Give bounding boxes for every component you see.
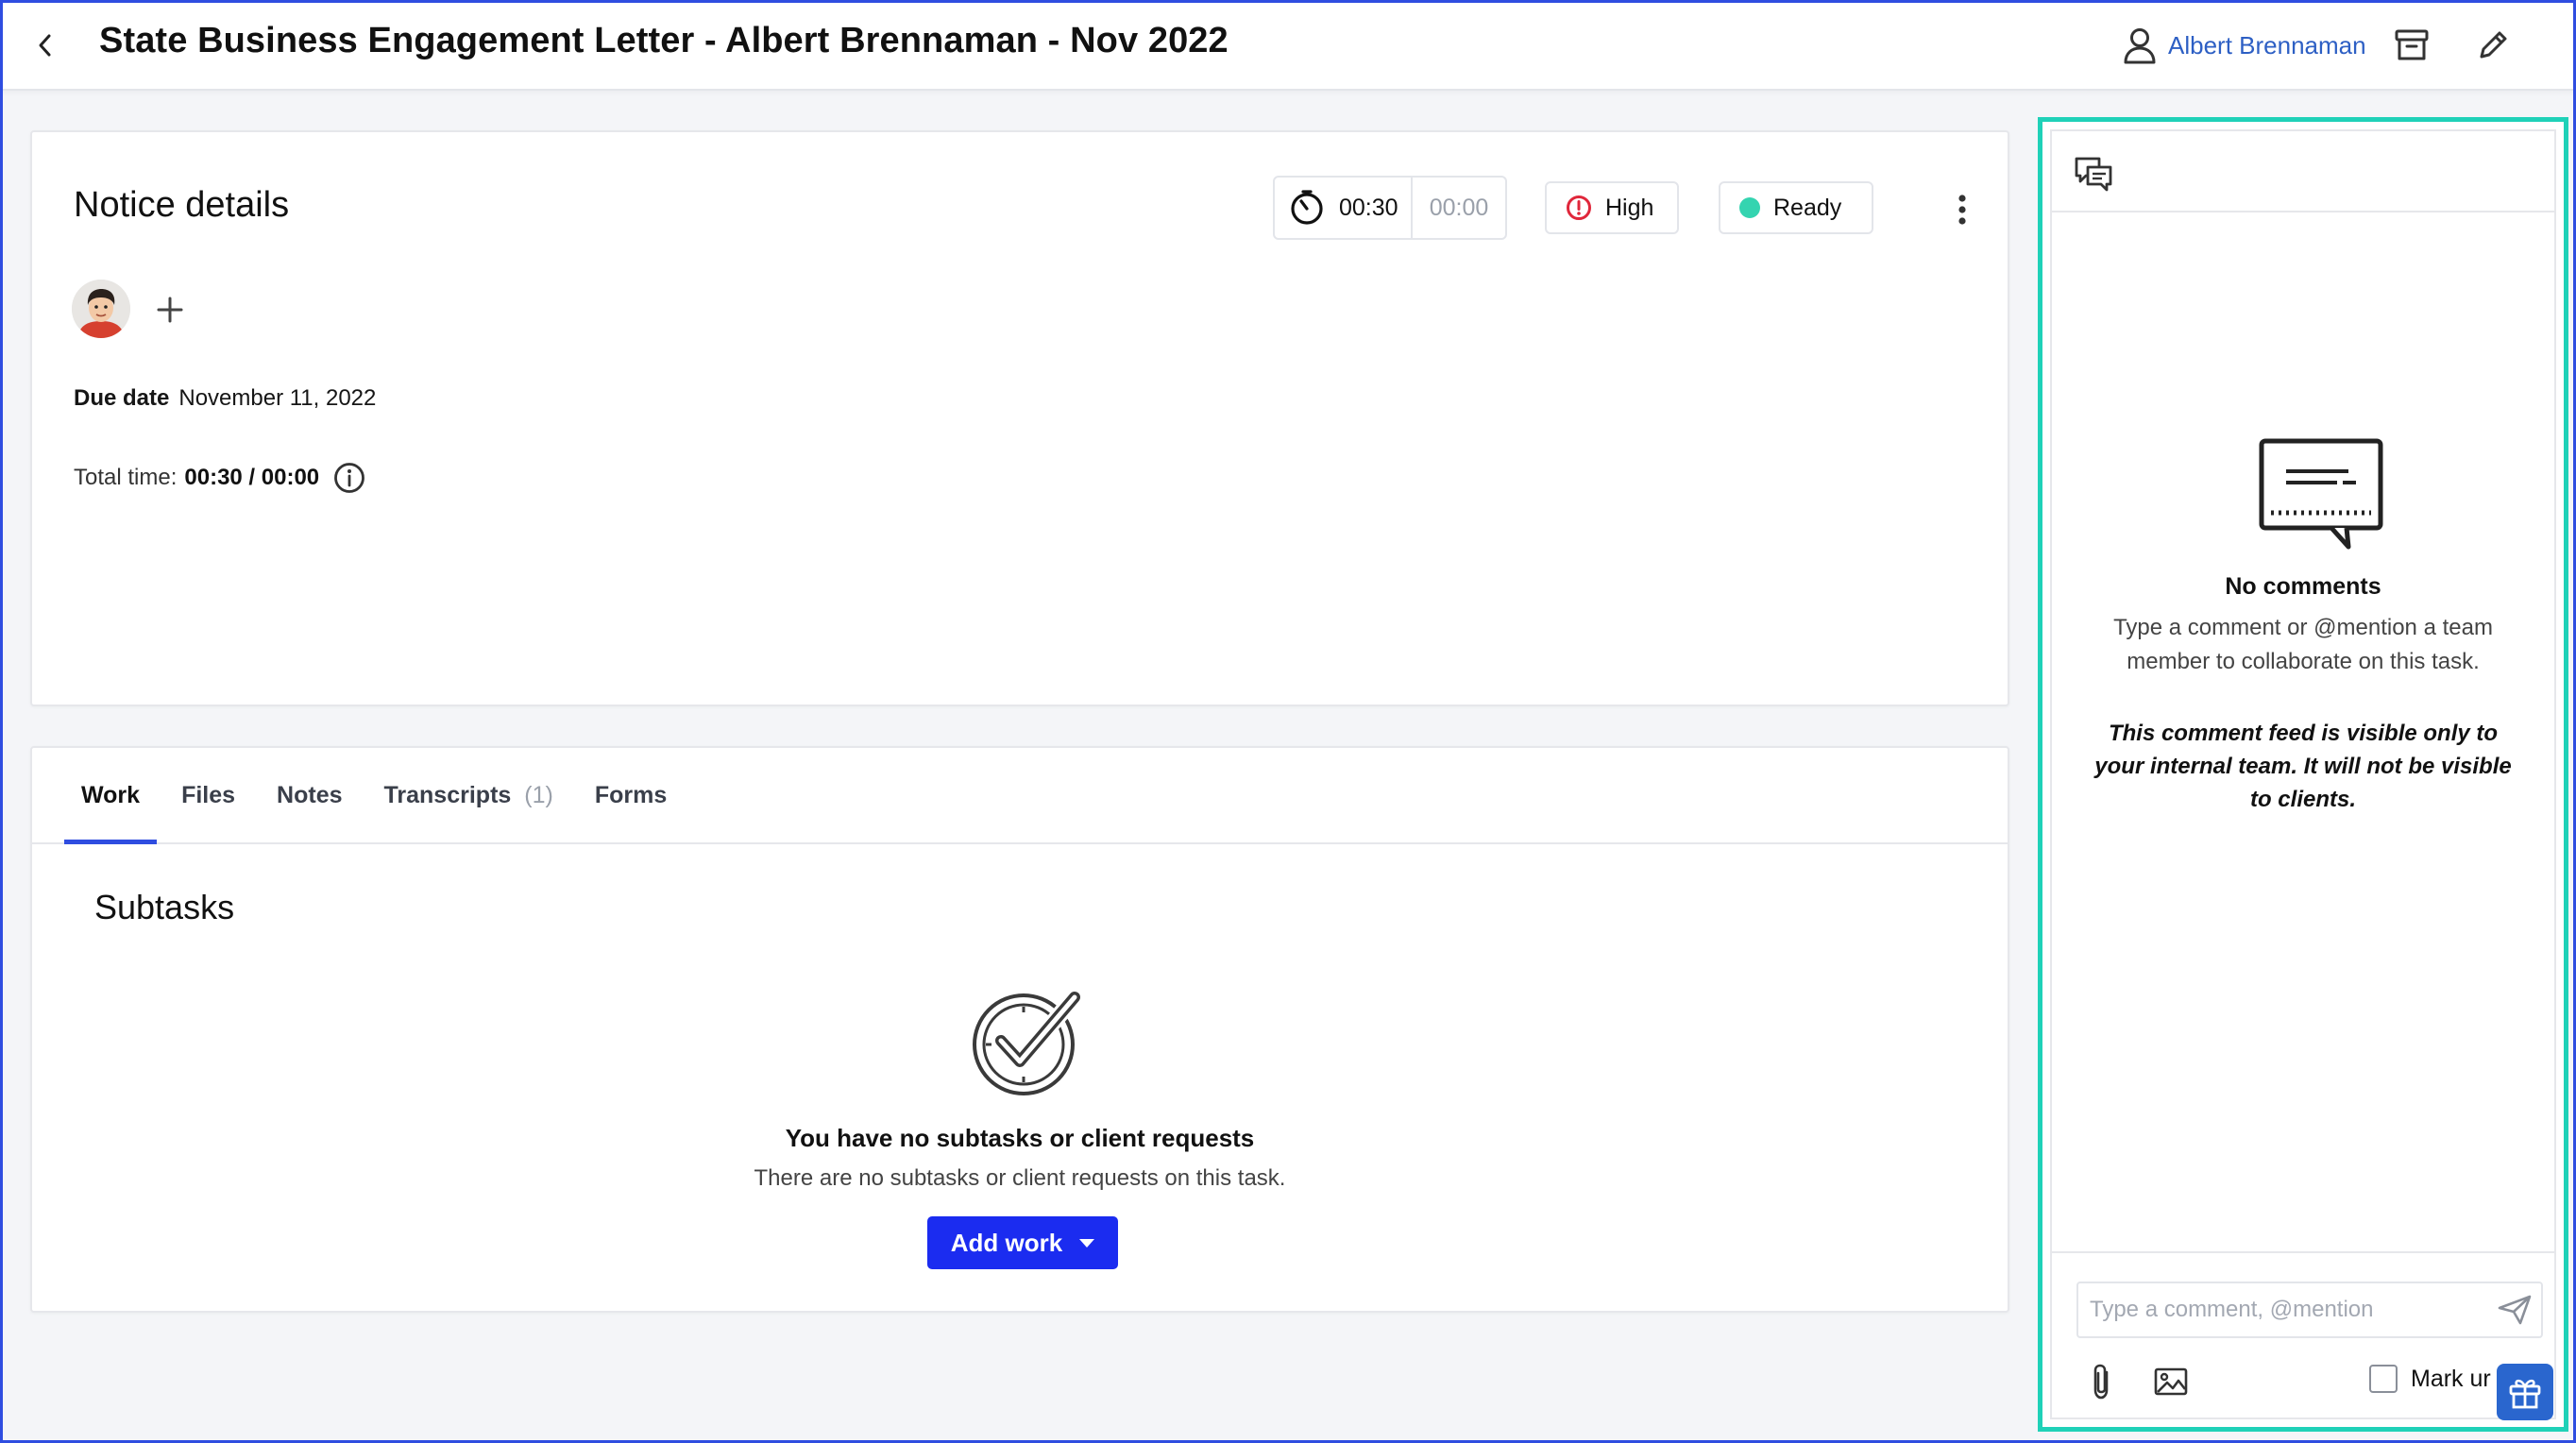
avatar-image (72, 280, 130, 338)
more-options-button[interactable] (1940, 187, 1985, 232)
tab-label: Forms (594, 781, 668, 808)
checkbox[interactable] (2369, 1365, 2398, 1393)
priority-label: High (1605, 194, 1654, 221)
avatar[interactable] (72, 280, 130, 338)
tab-files[interactable]: Files (161, 748, 256, 842)
send-comment-button[interactable] (2488, 1283, 2541, 1336)
add-assignee-button[interactable] (149, 289, 191, 331)
timer-tracked: 00:30 (1339, 194, 1398, 221)
edit-button[interactable] (2470, 23, 2516, 68)
send-icon (2498, 1295, 2532, 1325)
mark-urgent-label: Mark ur (2411, 1365, 2491, 1392)
add-work-label: Add work (950, 1228, 1063, 1257)
timer-control: 00:30 00:00 (1273, 176, 1507, 240)
attach-file-button[interactable] (2084, 1361, 2118, 1402)
tab-label: Transcripts (383, 781, 512, 808)
gift-icon (2509, 1379, 2541, 1409)
comment-composer (2076, 1282, 2543, 1338)
no-comments-title: No comments (2225, 573, 2381, 600)
chevron-left-icon (39, 34, 51, 57)
image-icon (2154, 1367, 2188, 1396)
page-title: State Business Engagement Letter - Alber… (99, 21, 1229, 60)
notice-title: Notice details (74, 185, 290, 225)
total-time-info-button[interactable] (332, 461, 366, 495)
total-time-row: Total time: 00:30 / 00:00 (74, 461, 366, 495)
tab-work[interactable]: Work (60, 748, 161, 844)
work-tabs: Work Files Notes Transcripts (1) Forms (32, 748, 2008, 844)
assignee-name: Albert Brennaman (2168, 30, 2366, 59)
caret-down-icon (1079, 1238, 1095, 1248)
top-bar: State Business Engagement Letter - Alber… (0, 0, 2576, 91)
info-icon (334, 463, 365, 493)
pencil-icon (2480, 31, 2507, 59)
mark-urgent-checkbox[interactable]: Mark ur (2369, 1365, 2491, 1393)
no-comments-subtext: Type a comment or @mention a team member… (2113, 615, 2493, 674)
insert-image-button[interactable] (2152, 1365, 2190, 1399)
status-dropdown[interactable]: Ready (1719, 181, 1873, 234)
total-time-label: Total time: (74, 465, 178, 490)
user-icon (2124, 28, 2156, 64)
comments-panel: No comments Type a comment or @mention a… (2038, 117, 2568, 1432)
checkmark-badge-icon (973, 989, 1083, 1095)
empty-state-heading: You have no subtasks or client requests (785, 1124, 1255, 1152)
visibility-note: This comment feed is visible only to you… (2094, 721, 2512, 812)
alert-circle-icon (1567, 195, 1591, 220)
composer-divider (2052, 1251, 2554, 1253)
tab-label: Work (81, 781, 141, 808)
comment-input[interactable] (2078, 1283, 2488, 1336)
status-dot (1739, 197, 1760, 218)
assignee-link[interactable]: Albert Brennaman (2123, 23, 2366, 68)
paperclip-icon (2093, 1364, 2109, 1400)
tab-label: Files (181, 781, 236, 808)
timer-estimate[interactable]: 00:00 (1413, 195, 1505, 222)
comment-bubble-icon (2259, 438, 2383, 550)
tab-transcripts[interactable]: Transcripts (1) (364, 748, 574, 842)
add-work-button[interactable]: Add work (927, 1216, 1118, 1269)
empty-state-subtext: There are no subtasks or client requests… (754, 1165, 1286, 1191)
due-date-row: Due date November 11, 2022 (74, 385, 376, 412)
subtasks-title: Subtasks (94, 888, 235, 926)
tab-notes[interactable]: Notes (256, 748, 363, 842)
due-date-label: Due date (74, 385, 170, 411)
plus-icon (157, 297, 183, 323)
timer-start-button[interactable]: 00:30 (1275, 178, 1413, 238)
back-button[interactable] (26, 26, 64, 64)
priority-dropdown[interactable]: High (1545, 181, 1679, 234)
tab-label: Notes (277, 781, 343, 808)
tab-forms[interactable]: Forms (574, 748, 687, 842)
notice-details-card: Notice details 00:30 00:00 High Ready Du… (30, 130, 2009, 706)
status-label: Ready (1773, 194, 1842, 221)
due-date-value: November 11, 2022 (178, 385, 377, 411)
comments-header (2052, 131, 2554, 212)
comments-panel-inner: No comments Type a comment or @mention a… (2050, 129, 2556, 1419)
whats-new-button[interactable] (2497, 1364, 2553, 1420)
comments-icon[interactable] (2073, 154, 2114, 192)
archive-button[interactable] (2389, 23, 2434, 68)
archive-icon (2395, 29, 2429, 60)
total-time-value: 00:30 / 00:00 (184, 465, 320, 490)
work-card: Work Files Notes Transcripts (1) Forms S… (30, 746, 2009, 1313)
more-vertical-icon (1958, 195, 1966, 225)
tab-count: (1) (524, 781, 553, 808)
stopwatch-icon (1291, 190, 1323, 225)
